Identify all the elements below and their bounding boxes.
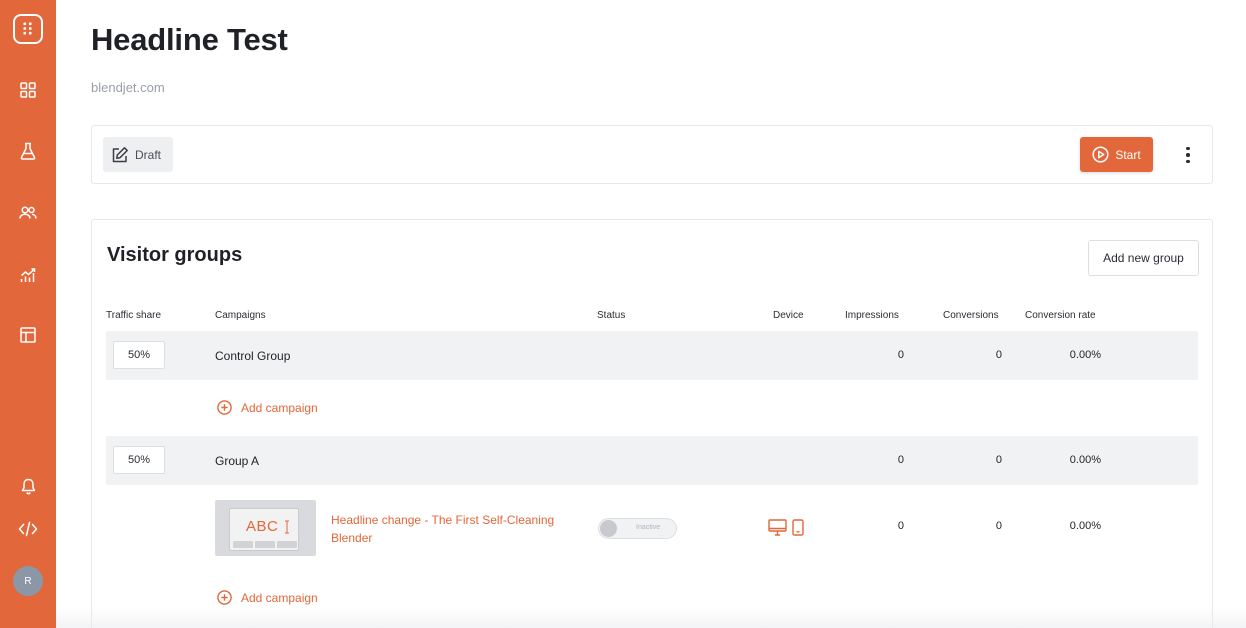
edit-icon: [112, 146, 128, 162]
code-icon: [18, 521, 38, 537]
toggle-label: Inactive: [636, 524, 661, 531]
more-dots-icon: [1186, 146, 1190, 151]
main-content: Headline Test blendjet.com Draft Start V…: [56, 0, 1246, 628]
experiment-toolbar: Draft Start: [91, 125, 1213, 184]
traffic-share-input[interactable]: 50%: [113, 341, 165, 369]
start-button[interactable]: Start: [1080, 137, 1153, 172]
visitor-groups-panel: Visitor groups Add new group Traffic sha…: [91, 219, 1213, 628]
plus-circle-icon: [217, 590, 232, 605]
users-icon: [19, 206, 37, 219]
thumbnail-text: ABC: [246, 518, 279, 535]
traffic-share-input[interactable]: 50%: [113, 446, 165, 474]
more-options-button[interactable]: [1177, 143, 1199, 167]
column-header-conversion-rate: Conversion rate: [1025, 310, 1096, 321]
flask-icon: [20, 142, 36, 160]
add-campaign-button[interactable]: Add campaign: [217, 400, 318, 415]
start-label: Start: [1115, 147, 1141, 162]
group-conversion-rate: 0.00%: [1069, 454, 1101, 466]
group-conversions: 0: [995, 349, 1002, 361]
add-campaign-label: Add campaign: [241, 590, 318, 605]
dashboard-icon: [20, 82, 36, 98]
text-cursor-icon: [285, 520, 289, 534]
column-header-campaigns: Campaigns: [215, 310, 266, 321]
group-name: Group A: [215, 454, 260, 468]
layout-icon: [20, 327, 36, 343]
add-new-group-button[interactable]: Add new group: [1088, 240, 1199, 276]
app-grid-icon[interactable]: [13, 14, 43, 44]
group-conversions: 0: [995, 454, 1002, 466]
group-conversion-rate: 0.00%: [1069, 349, 1101, 361]
sidebar-item-analytics[interactable]: [17, 264, 39, 286]
page-subtitle: blendjet.com: [91, 80, 165, 95]
campaign-name-link[interactable]: Headline change - The First Self-Cleanin…: [331, 511, 571, 547]
group-impressions: 0: [897, 349, 904, 361]
group-row-a: 50% Group A 0 0 0.00%: [106, 436, 1198, 485]
campaign-status-toggle[interactable]: Inactive: [598, 518, 677, 539]
analytics-icon: [20, 268, 36, 282]
sidebar: R: [0, 0, 56, 628]
campaign-thumbnail[interactable]: ABC: [215, 500, 316, 556]
column-header-conversions: Conversions: [943, 310, 999, 321]
sidebar-item-layouts[interactable]: [17, 324, 39, 346]
group-impressions: 0: [897, 454, 904, 466]
sidebar-item-dashboard[interactable]: [17, 79, 39, 101]
column-header-status: Status: [597, 310, 626, 321]
column-header-traffic-share: Traffic share: [106, 310, 162, 321]
group-name: Control Group: [215, 349, 291, 363]
avatar[interactable]: R: [13, 566, 43, 596]
sidebar-item-audiences[interactable]: [17, 202, 39, 224]
section-title: Visitor groups: [107, 244, 243, 266]
add-campaign-button[interactable]: Add campaign: [217, 590, 318, 605]
campaign-impressions: 0: [897, 520, 904, 532]
add-campaign-label: Add campaign: [241, 400, 318, 415]
column-header-device: Device: [773, 310, 804, 321]
page-title: Headline Test: [91, 22, 288, 57]
campaign-conversion-rate: 0.00%: [1069, 520, 1101, 532]
plus-circle-icon: [217, 400, 232, 415]
column-header-impressions: Impressions: [845, 310, 899, 321]
campaign-row: ABC Headline change - The First Self-Cle…: [106, 495, 1198, 559]
mobile-icon: [792, 519, 804, 536]
sidebar-item-code[interactable]: [17, 518, 39, 540]
bell-icon: [21, 478, 35, 494]
sidebar-item-experiments[interactable]: [17, 140, 39, 162]
group-row-control: 50% Control Group 0 0 0.00%: [106, 331, 1198, 380]
campaign-conversions: 0: [995, 520, 1002, 532]
play-icon: [1092, 146, 1109, 163]
status-label: Draft: [135, 147, 162, 162]
status-badge[interactable]: Draft: [103, 137, 173, 172]
desktop-icon: [768, 519, 787, 536]
sidebar-item-notifications[interactable]: [17, 475, 39, 497]
